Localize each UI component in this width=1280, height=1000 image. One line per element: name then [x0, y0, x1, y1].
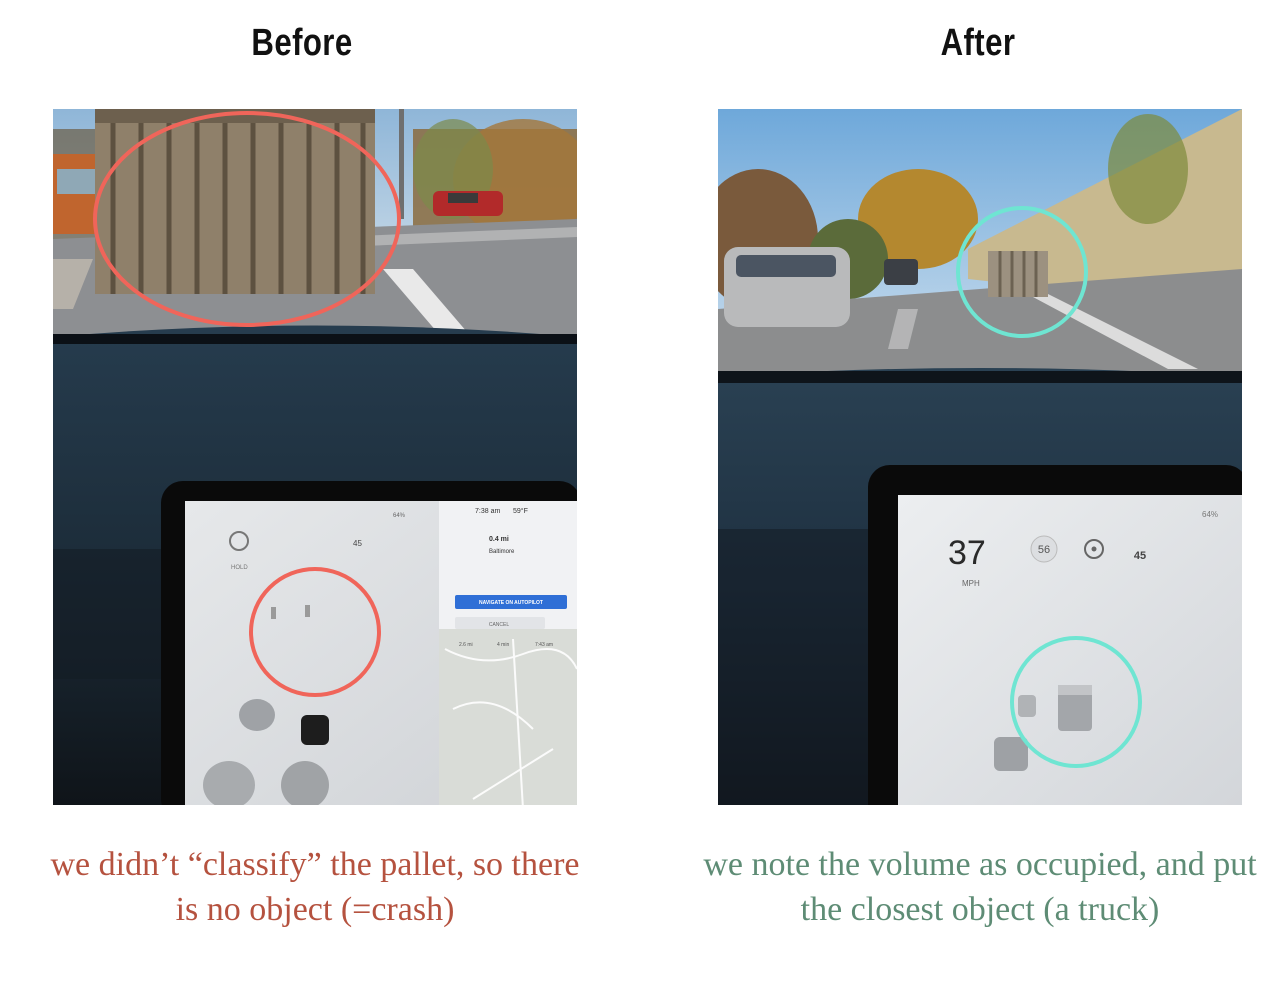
before-nav-street: Baltimore: [489, 549, 515, 555]
before-photo: 64% 7:38 am 59°F HOLD 45 0.4 mi Baltimor…: [53, 109, 577, 805]
navigate-on-autopilot-button: NAVIGATE ON AUTOPILOT: [479, 600, 543, 606]
before-caption: we didn’t “classify” the pallet, so ther…: [50, 846, 580, 928]
before-battery: 64%: [393, 513, 406, 519]
trip-arrival: 7:43 am: [535, 642, 553, 648]
after-battery: 64%: [1202, 510, 1218, 519]
after-speed-limit: 45: [1134, 550, 1146, 562]
cancel-button: CANCEL: [489, 622, 510, 628]
speed-readout: 37: [948, 534, 986, 572]
speed-unit: MPH: [962, 579, 980, 588]
before-speed-limit: 45: [353, 539, 362, 548]
before-temp: 59°F: [513, 507, 528, 515]
trip-minutes: 4 min: [497, 642, 509, 648]
after-heading: After: [940, 22, 1016, 64]
before-hold-label: HOLD: [231, 565, 248, 571]
before-heading: Before: [251, 22, 353, 64]
before-time: 7:38 am: [475, 508, 500, 515]
trip-miles: 2.6 mi: [459, 642, 473, 648]
after-caption: we note the volume as occupied, and put …: [703, 846, 1257, 928]
after-photo: 64% 37 MPH 56 45: [718, 109, 1242, 805]
before-nav-distance: 0.4 mi: [489, 536, 509, 543]
set-speed: 56: [1038, 544, 1050, 556]
